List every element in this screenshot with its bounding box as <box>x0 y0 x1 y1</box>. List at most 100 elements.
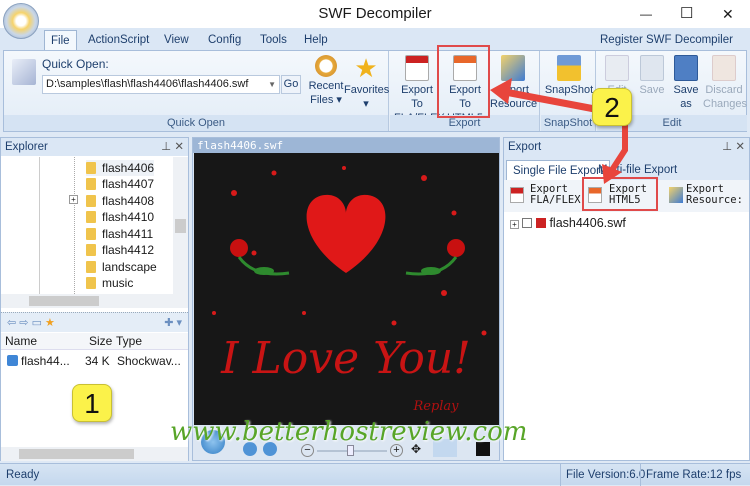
column-type[interactable]: Type <box>116 333 142 350</box>
clock-icon <box>315 55 337 77</box>
file-row[interactable]: flash44... 34 K Shockwav... <box>1 352 188 370</box>
tree-folder[interactable]: music <box>86 275 133 291</box>
tab-view[interactable]: View <box>158 30 195 50</box>
tree-folder[interactable]: flash4412 <box>86 242 154 258</box>
maximize-button[interactable]: ☐ <box>680 0 693 28</box>
export-resource-label2: Resource <box>490 98 538 110</box>
folder-name: flash4410 <box>102 210 155 224</box>
tree-folder[interactable]: flash4408 <box>86 193 154 209</box>
folder-icon <box>86 228 96 240</box>
highlight-ribbon-html5 <box>437 45 490 118</box>
folder-name: flash4411 <box>102 227 154 241</box>
folder-icon <box>86 195 96 207</box>
menu-bar: File ActionScript View Config Tools Help… <box>0 28 750 66</box>
folder-open-icon <box>12 59 36 85</box>
save-as-label: Save <box>673 84 699 96</box>
up-folder-icon[interactable]: ▭ <box>32 317 42 329</box>
register-link[interactable]: Register SWF Decompiler Now! <box>594 30 750 66</box>
favorites-label: Favorites <box>344 84 390 96</box>
save-as-button[interactable]: Save as <box>669 55 703 111</box>
export-file-row[interactable]: + flash4406.swf <box>510 215 626 231</box>
pin-close-icons[interactable]: ⊥ ✕ <box>722 138 745 156</box>
add-icon[interactable]: ✚ ▾ <box>164 313 182 333</box>
discard-label: Discard <box>705 84 743 96</box>
folder-icon <box>86 261 96 273</box>
app-logo-icon[interactable] <box>3 3 39 39</box>
group-quick-open: Quick Open: D:\samples\flash\flash4406\f… <box>4 51 389 131</box>
title-bar: SWF Decompiler — ☐ ✕ <box>0 0 750 39</box>
snapshot-arrow: ▾ <box>566 98 572 110</box>
recent-files-button[interactable]: Recent Files ▾ <box>306 55 346 107</box>
favorites-arrow: ▾ <box>363 98 369 110</box>
discard-changes-button[interactable]: Discard Changes <box>703 55 747 111</box>
folder-icon <box>86 277 96 289</box>
dropdown-arrow-icon[interactable]: ▼ <box>268 76 276 93</box>
close-button[interactable]: ✕ <box>722 0 734 28</box>
tab-actionscript[interactable]: ActionScript <box>82 30 155 50</box>
swf-file-icon <box>7 355 18 366</box>
ribbon: Quick Open: D:\samples\flash\flash4406\f… <box>3 50 747 132</box>
pin-close-icons[interactable]: ⊥ ✕ <box>161 138 184 156</box>
discard-icon <box>712 55 736 81</box>
preview-panel: flash4406.swf I Love You! Replay − + ✥ <box>192 137 500 461</box>
expand-icon[interactable]: + <box>510 220 519 229</box>
go-button[interactable]: Go <box>281 75 301 94</box>
column-name[interactable]: Name <box>5 333 37 350</box>
tree-folder[interactable]: flash4407 <box>86 176 154 192</box>
export-resource-panel-button[interactable]: Export Resource: <box>669 184 743 206</box>
callout-2: 2 <box>592 88 632 126</box>
snapshot-label: SnapShot <box>544 84 594 96</box>
zoom-slider[interactable] <box>317 445 387 456</box>
explorer-header: Explorer ⊥ ✕ <box>1 138 188 156</box>
folder-icon <box>86 211 96 223</box>
folder-name: flash4408 <box>102 194 155 208</box>
export-header: Export ⊥ ✕ <box>504 138 749 156</box>
fla-icon <box>510 187 524 203</box>
favorites-button[interactable]: ★ Favorites ▾ <box>344 53 390 111</box>
forward-icon[interactable]: ⇨ <box>19 317 28 329</box>
folder-name: flash4407 <box>102 177 155 191</box>
label: FLA/FLEX <box>530 194 581 206</box>
tree-vscrollbar[interactable] <box>173 157 188 294</box>
path-value: D:\samples\flash\flash4406\flash4406.swf <box>46 78 249 90</box>
tab-file[interactable]: File <box>44 30 77 50</box>
export-fla-flex-button[interactable]: Export FLA/FLEX <box>510 184 581 206</box>
file-toolbar: ⇦ ⇨ ▭ ★ ✚ ▾ <box>1 312 188 332</box>
minimize-button[interactable]: — <box>640 0 652 28</box>
tab-config[interactable]: Config <box>202 30 247 50</box>
tree-folder[interactable]: flash4411 <box>86 226 153 242</box>
save-icon <box>640 55 664 81</box>
recent-label: Recent <box>308 80 344 92</box>
column-size[interactable]: Size <box>89 333 112 350</box>
tree-folder[interactable]: flash4406 <box>86 160 155 176</box>
tab-tools[interactable]: Tools <box>254 30 293 50</box>
status-text: Ready <box>6 469 40 481</box>
pencil-icon <box>605 55 629 81</box>
path-combobox[interactable]: D:\samples\flash\flash4406\flash4406.swf… <box>42 75 280 94</box>
export-file-name: flash4406.swf <box>549 216 626 230</box>
save-button[interactable]: Save <box>635 55 669 97</box>
expand-icon[interactable]: + <box>69 195 78 204</box>
flash-preview-canvas[interactable]: I Love You! Replay <box>194 153 499 425</box>
tree-hscrollbar[interactable] <box>1 294 188 308</box>
snapshot-button[interactable]: SnapShot ▾ <box>544 55 594 111</box>
checkbox[interactable] <box>522 218 533 228</box>
star-icon: ★ <box>354 53 378 83</box>
folder-name: landscape <box>102 260 157 274</box>
back-icon[interactable]: ⇦ <box>7 317 16 329</box>
quick-open-label: Quick Open: <box>42 57 109 71</box>
tree-folder[interactable]: landscape <box>86 259 157 275</box>
favorite-star-icon[interactable]: ★ <box>45 317 55 329</box>
group-label: Quick Open <box>4 115 388 131</box>
window-title: SWF Decompiler <box>318 5 432 22</box>
files-label: Files ▾ <box>310 94 342 106</box>
preview-title: flash4406.swf <box>193 138 499 153</box>
folder-tree: + flash4406 flash4407 flash4408 flash441… <box>1 157 173 294</box>
tree-folder[interactable]: flash4410 <box>86 209 154 225</box>
export-resource-button[interactable]: Export Resource <box>490 55 538 111</box>
file-name: flash44... <box>21 354 70 368</box>
list-hscrollbar[interactable] <box>1 447 188 461</box>
camera-icon <box>557 55 581 81</box>
tab-help[interactable]: Help <box>298 30 334 50</box>
file-version: File Version:6.0 <box>560 464 645 486</box>
